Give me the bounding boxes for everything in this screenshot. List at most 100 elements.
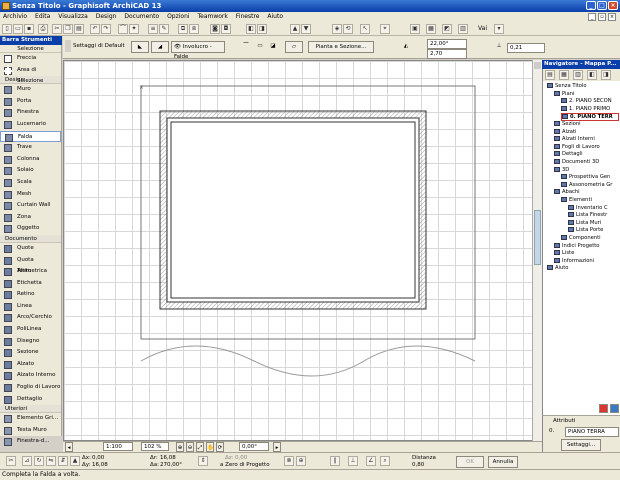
lock-icon[interactable]: ◙: [210, 24, 220, 34]
tool-dettaglio[interactable]: Dettaglio: [0, 394, 61, 406]
pan-icon[interactable]: ✋: [206, 442, 214, 452]
vai-label[interactable]: Vai: [478, 25, 487, 32]
menu-visualizza[interactable]: Visualizza: [55, 13, 91, 20]
ok-button[interactable]: OK: [456, 456, 484, 468]
view-mode-icon[interactable]: ▣: [410, 24, 420, 34]
nav-tree-item[interactable]: Prospettiva Gen: [561, 174, 619, 182]
scale-field[interactable]: 1:100: [103, 442, 133, 451]
delete-view-icon[interactable]: [599, 404, 608, 413]
tool-etichetta[interactable]: Etichetta: [0, 278, 61, 290]
tool-testa-muro[interactable]: Testa Muro: [0, 425, 61, 437]
unlock-icon[interactable]: ◘: [221, 24, 231, 34]
rotate-tool-icon[interactable]: ↻: [34, 456, 44, 466]
tool-porta[interactable]: Porta: [0, 96, 61, 108]
magnifier-icon[interactable]: ⌕: [380, 456, 390, 466]
mirror-tool-icon[interactable]: ⇋: [46, 456, 56, 466]
tool-testo[interactable]: Testo: [0, 266, 61, 278]
menu-documento[interactable]: Documento: [121, 13, 162, 20]
floor-down-icon[interactable]: ▼: [301, 24, 311, 34]
dr-value[interactable]: 16,08: [160, 455, 176, 461]
tool-trave[interactable]: Trave: [0, 142, 61, 154]
pen-icon[interactable]: ▭: [255, 41, 265, 53]
geometry-method-dropdown[interactable]: 👁 Involucro - Falde: [171, 41, 225, 60]
zoom-in-icon[interactable]: ⊕: [176, 442, 184, 452]
view-settings-icon[interactable]: [610, 404, 619, 413]
cut-icon[interactable]: ✂: [52, 24, 62, 34]
3d-orbit-icon[interactable]: ⟲: [343, 24, 353, 34]
pen-sets-icon[interactable]: ✎: [159, 24, 169, 34]
layers-icon[interactable]: ≡: [148, 24, 158, 34]
tool-retino[interactable]: Retino: [0, 289, 61, 301]
pointer-tool-icon[interactable]: ⊿: [22, 456, 32, 466]
vai-dropdown-icon[interactable]: ▾: [494, 24, 504, 34]
tool-arco-cerchio[interactable]: Arco/Cerchio: [0, 312, 61, 324]
new-icon[interactable]: ▯: [2, 24, 12, 34]
tool-colonna[interactable]: Colonna: [0, 154, 61, 166]
tool-curtain-wall[interactable]: Curtain Wall: [0, 200, 61, 212]
dz-value[interactable]: 0,00: [235, 455, 247, 461]
parallel-icon[interactable]: ∥: [330, 456, 340, 466]
tool-lucernario[interactable]: Lucernario: [0, 119, 61, 131]
bisector-icon[interactable]: ∠: [366, 456, 376, 466]
thickness-field[interactable]: 2,70: [427, 49, 467, 59]
angle-field[interactable]: 22,00°: [427, 39, 467, 49]
nav-tree-item[interactable]: Senza Titolo: [547, 83, 619, 91]
model-view-icon[interactable]: ▦: [426, 24, 436, 34]
menu-teamwork[interactable]: Teamwork: [194, 13, 230, 20]
tool-finestra-d[interactable]: Finestra-d...: [0, 436, 61, 448]
da-value[interactable]: 270,00°: [160, 462, 182, 468]
roof-view-icon[interactable]: ▱: [285, 41, 303, 53]
vertical-scrollbar[interactable]: [532, 60, 542, 441]
project-chooser-icon[interactable]: ▥: [458, 24, 468, 34]
open-icon[interactable]: ▭: [13, 24, 23, 34]
zoom-out-icon[interactable]: ⊖: [186, 442, 194, 452]
scroll-thumb[interactable]: [534, 210, 541, 265]
tool-polilinea[interactable]: PoliLinea: [0, 324, 61, 336]
organizer-icon[interactable]: ◨: [601, 70, 611, 80]
nav-tree-item[interactable]: Elementi: [561, 197, 619, 205]
drafting-aid-icon[interactable]: ⌒: [118, 24, 128, 34]
tool-zona[interactable]: Zona: [0, 212, 61, 224]
nav-tree-item[interactable]: 3D: [554, 166, 619, 175]
default-settings-label[interactable]: Settaggi di Default: [71, 42, 129, 52]
floor-plan-section-button[interactable]: Pianta e Sezione...: [308, 41, 374, 53]
tool-alzato[interactable]: Alzato: [0, 359, 61, 371]
layout-book-icon[interactable]: ▥: [573, 70, 583, 80]
distance-value[interactable]: 0,80: [412, 462, 424, 468]
close-button[interactable]: ×: [608, 1, 618, 10]
dx-value[interactable]: 0,00: [92, 455, 104, 461]
settings-button[interactable]: Settaggi...: [561, 439, 601, 451]
tool-quote[interactable]: Quote: [0, 243, 61, 255]
copy-icon[interactable]: ❐: [63, 24, 73, 34]
tool-alzato-interno[interactable]: Alzato Interno: [0, 370, 61, 382]
magic-wand-icon[interactable]: ✦: [129, 24, 139, 34]
snap-point-icon[interactable]: ⊗: [284, 456, 294, 466]
reference-label[interactable]: a Zero di Progetto: [220, 462, 270, 468]
floor-plan-canvas[interactable]: ×: [63, 60, 542, 441]
roof-vault-icon[interactable]: ◢: [151, 41, 169, 53]
render-icon[interactable]: ◩: [442, 24, 452, 34]
tool-linea[interactable]: Linea: [0, 301, 61, 313]
print-icon[interactable]: ⎙: [38, 24, 48, 34]
tool-freccia[interactable]: Freccia: [0, 53, 61, 65]
roof-angle-icon[interactable]: ⏜: [239, 41, 253, 53]
menu-archivio[interactable]: Archivio: [0, 13, 30, 20]
prev-view-icon[interactable]: ◂: [65, 442, 73, 452]
menu-aiuto[interactable]: Aiuto: [264, 13, 286, 20]
fit-window-icon[interactable]: ⤢: [196, 442, 204, 452]
group-icon[interactable]: ⧉: [178, 24, 188, 34]
scroll-up-icon[interactable]: [534, 62, 541, 69]
rotate-view-icon[interactable]: ⟳: [216, 442, 224, 452]
nav-tree-item[interactable]: Informazioni: [554, 257, 619, 266]
ungroup-icon[interactable]: ⧈: [189, 24, 199, 34]
nav-tree-item[interactable]: Alzati: [554, 128, 619, 137]
tool-quota-altimetrica[interactable]: Quota Altimetrica: [0, 255, 61, 274]
menu-finestre[interactable]: Finestre: [233, 13, 263, 20]
floor-name-field[interactable]: PIANO TERRA: [565, 427, 619, 437]
offset-field[interactable]: 0,21: [507, 43, 545, 53]
menu-opzioni[interactable]: Opzioni: [164, 13, 193, 20]
undo-icon[interactable]: ↶: [90, 24, 100, 34]
nav-tree-item[interactable]: Aiuto: [547, 265, 619, 273]
view-map-icon[interactable]: ▦: [559, 70, 569, 80]
publisher-icon[interactable]: ◧: [587, 70, 597, 80]
